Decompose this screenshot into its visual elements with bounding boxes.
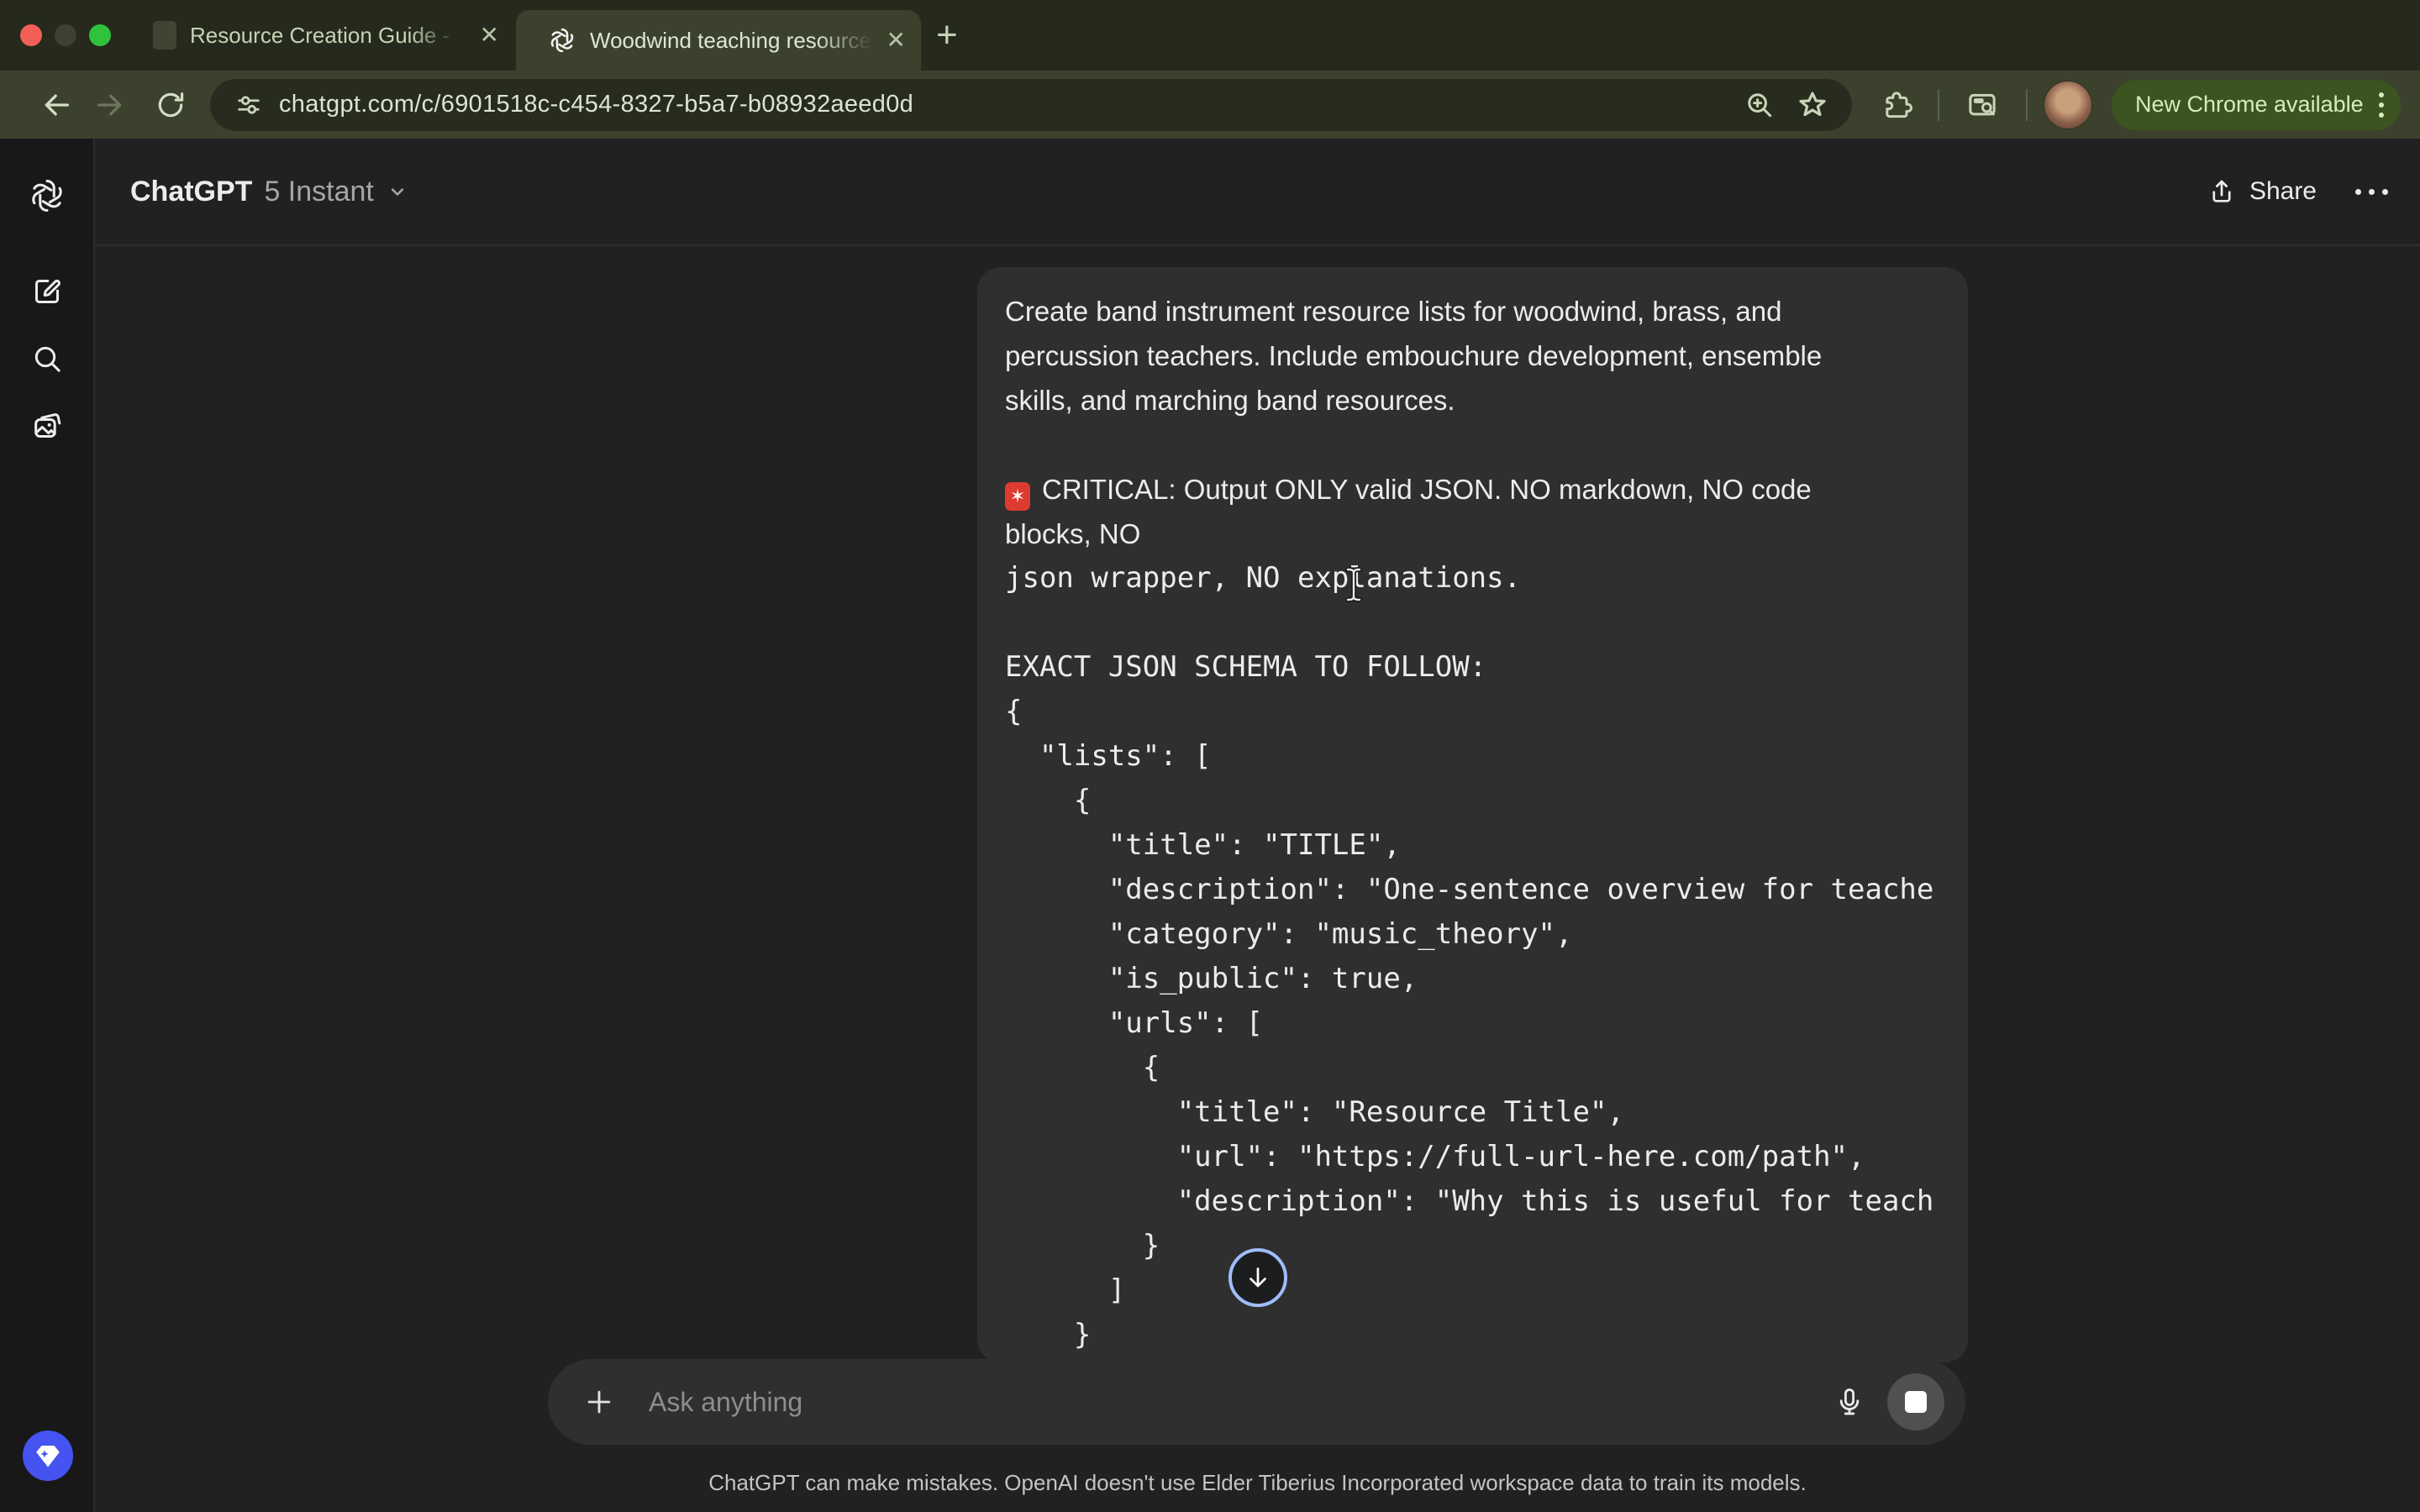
- toolbar-separator: [2026, 89, 2028, 121]
- message-code-line: {: [1005, 690, 1960, 734]
- message-code-line: "category": "music_theory",: [1005, 912, 1960, 957]
- stop-generating-button[interactable]: [1887, 1373, 1944, 1431]
- message-code-line: ]: [1005, 1268, 1960, 1313]
- message-code-line: "description": "One-sentence overview fo…: [1005, 868, 1960, 912]
- model-label: 5 Instant: [264, 176, 373, 208]
- message-code-line: {: [1005, 1046, 1960, 1090]
- message-text-line: skills, and marching band resources.: [1005, 378, 1960, 423]
- message-code-line: }: [1005, 1313, 1960, 1357]
- stop-icon: [1905, 1391, 1927, 1413]
- url-text[interactable]: chatgpt.com/c/6901518c-c454-8327-b5a7-b0…: [279, 91, 913, 118]
- chrome-update-button[interactable]: New Chrome available: [2112, 80, 2401, 130]
- attach-plus-icon[interactable]: [583, 1386, 615, 1418]
- share-button[interactable]: Share: [2207, 177, 2317, 206]
- message-code-line: "title": "TITLE",: [1005, 823, 1960, 868]
- text-ibeam-cursor: [1343, 566, 1365, 603]
- message-code-line: "urls": [: [1005, 1001, 1960, 1046]
- extensions-icon[interactable]: [1878, 87, 1915, 123]
- share-upload-icon: [2207, 177, 2236, 206]
- message-code-line: "description": "Why this is useful for t…: [1005, 1179, 1960, 1224]
- openai-logo[interactable]: [28, 176, 66, 215]
- forward-button[interactable]: [92, 87, 129, 123]
- message-text-line: Create band instrument resource lists fo…: [1005, 289, 1960, 333]
- browser-toolbar: chatgpt.com/c/6901518c-c454-8327-b5a7-b0…: [0, 71, 2420, 139]
- message-code-line: "url": "https://full-url-here.com/path",: [1005, 1135, 1960, 1179]
- composer-placeholder[interactable]: Ask anything: [649, 1387, 802, 1418]
- upgrade-gem-button[interactable]: [23, 1431, 73, 1481]
- message-code-line: "lists": [: [1005, 734, 1960, 779]
- message-code-line: {: [1005, 779, 1960, 823]
- minimize-window-button[interactable]: [55, 24, 76, 46]
- message-text-line: ✶CRITICAL: Output ONLY valid JSON. NO ma…: [1005, 467, 1960, 512]
- fullscreen-window-button[interactable]: [89, 24, 111, 46]
- message-code-line: json wrapper, NO explanations.: [1005, 556, 1960, 601]
- tab-search-icon[interactable]: [1964, 87, 2001, 123]
- tab-close-icon[interactable]: ✕: [886, 29, 906, 52]
- reload-button[interactable]: [152, 87, 189, 123]
- browser-tab-bar: Resource Creation Guide - PM ✕ Woodwin: [0, 0, 2420, 71]
- message-code-line: "is_public": true,: [1005, 957, 1960, 1001]
- model-switcher[interactable]: ChatGPT 5 Instant: [130, 139, 409, 244]
- tab-title-fade: [815, 10, 882, 71]
- conversation-header: ChatGPT 5 Instant Share: [95, 139, 2420, 246]
- message-code-line: "title": "Resource Title",: [1005, 1090, 1960, 1135]
- message-code-line: EXACT JSON SCHEMA TO FOLLOW:: [1005, 645, 1960, 690]
- rotating-light-emoji: ✶: [1005, 482, 1030, 511]
- share-label: Share: [2249, 177, 2317, 206]
- bookmark-star-icon[interactable]: [1796, 88, 1829, 122]
- address-bar[interactable]: chatgpt.com/c/6901518c-c454-8327-b5a7-b0…: [210, 79, 1852, 131]
- browser-menu-icon[interactable]: [2379, 92, 2384, 118]
- zoom-page-icon[interactable]: [1744, 89, 1776, 121]
- tab-resource-creation-guide[interactable]: Resource Creation Guide - PM ✕: [145, 0, 514, 71]
- microphone-icon[interactable]: [1833, 1386, 1865, 1418]
- site-settings-icon[interactable]: [234, 90, 264, 120]
- tab-woodwind-teaching-resources[interactable]: Woodwind teaching resources ✕: [516, 10, 921, 71]
- new-tab-button[interactable]: +: [936, 17, 958, 54]
- user-message-bubble: Create band instrument resource lists fo…: [977, 267, 1968, 1362]
- message-code-line: }: [1005, 1224, 1960, 1268]
- sidebar: [0, 139, 95, 1512]
- back-button[interactable]: [38, 87, 75, 123]
- more-options-icon[interactable]: [2355, 189, 2388, 195]
- scroll-to-bottom-button[interactable]: [1228, 1248, 1287, 1307]
- tab-close-icon[interactable]: ✕: [480, 24, 499, 47]
- app-title: ChatGPT: [130, 176, 252, 208]
- openai-logo-favicon: [548, 26, 576, 55]
- disclaimer-text: ChatGPT can make mistakes. OpenAI doesn'…: [95, 1460, 2420, 1505]
- screen: Resource Creation Guide - PM ✕ Woodwin: [0, 0, 2420, 1512]
- tab-title-fade: [408, 0, 467, 71]
- window-controls: [20, 24, 111, 46]
- toolbar-separator: [1938, 89, 1939, 121]
- close-window-button[interactable]: [20, 24, 42, 46]
- tab-favicon-placeholder: [153, 21, 176, 50]
- library-icon[interactable]: [30, 409, 64, 443]
- arrow-down-icon: [1244, 1263, 1272, 1292]
- chrome-update-label: New Chrome available: [2135, 92, 2364, 118]
- message-text-line: blocks, NO: [1005, 512, 1960, 556]
- profile-avatar[interactable]: [2044, 81, 2092, 129]
- search-icon[interactable]: [30, 342, 64, 375]
- message-text-line: percussion teachers. Include embouchure …: [1005, 333, 1960, 378]
- chevron-down-icon: [386, 180, 409, 203]
- message-composer[interactable]: Ask anything: [548, 1359, 1965, 1445]
- new-chat-icon[interactable]: [30, 275, 64, 308]
